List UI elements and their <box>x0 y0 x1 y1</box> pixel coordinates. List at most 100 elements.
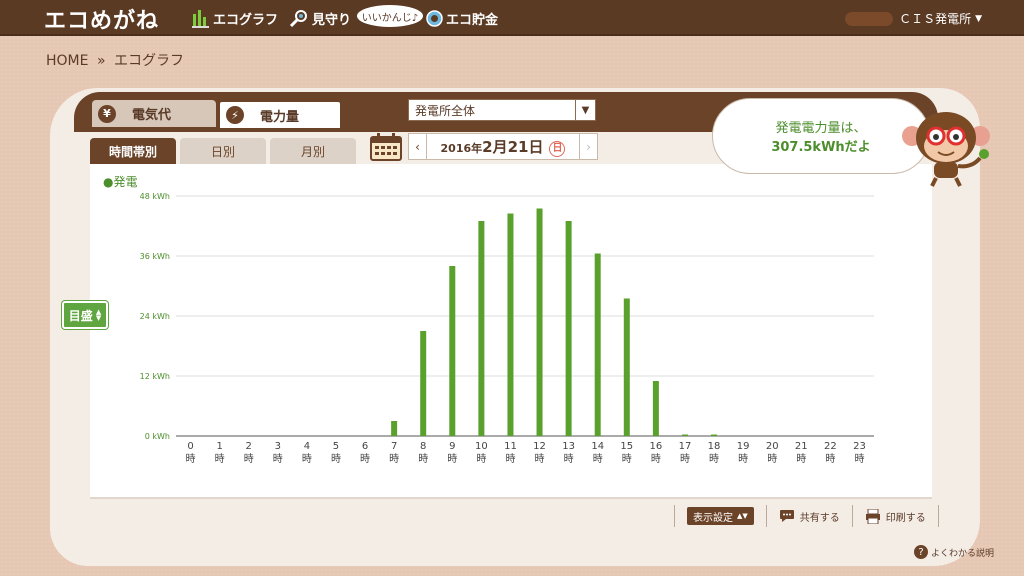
bar <box>594 253 601 436</box>
x-tick-unit: 時 <box>389 453 399 464</box>
magnifier-icon <box>289 10 307 27</box>
nav-mimamori[interactable]: 見守り <box>289 7 351 29</box>
site-select-value: 発電所全体 <box>415 103 476 118</box>
display-settings-label: 表示設定 <box>693 512 733 524</box>
x-tick-label: 5 <box>333 441 339 452</box>
print-label: 印刷する <box>885 512 926 524</box>
speech-bubble: 発電電力量は、 307.5kWhだよ <box>712 98 930 174</box>
x-tick-unit: 時 <box>767 453 777 464</box>
breadcrumb: HOME » エコグラフ <box>46 50 188 70</box>
bar <box>565 221 572 436</box>
nav-eco-savings[interactable]: エコ貯金 <box>426 7 498 29</box>
x-tick-label: 16 <box>650 441 663 452</box>
sort-arrows-icon: ▲▼ <box>95 308 102 322</box>
user-name: ＣＩＳ発電所 <box>899 12 972 26</box>
mimamori-status-bubble: いいかんじ♪ <box>357 5 423 27</box>
bar <box>507 213 514 436</box>
bar <box>623 298 630 436</box>
divider <box>674 505 675 527</box>
share-button[interactable]: 共有する <box>779 509 840 524</box>
x-tick-label: 22 <box>824 441 837 452</box>
x-tick-label: 1 <box>216 441 222 452</box>
divider <box>851 505 853 527</box>
x-tick-unit: 時 <box>796 453 806 464</box>
user-menu[interactable]: ＣＩＳ発電所 ▼ <box>845 10 982 27</box>
tab-hourly[interactable]: 時間帯別 <box>90 138 176 164</box>
x-tick-unit: 時 <box>622 453 632 464</box>
x-tick-unit: 時 <box>709 453 719 464</box>
top-bar: エコめがね エコグラフ 見守り いいかんじ♪ エコ貯金 ＣＩＳ発電所 ▼ <box>0 0 1024 36</box>
x-tick-label: 14 <box>591 441 604 452</box>
x-tick-label: 3 <box>275 441 281 452</box>
monkey-mascot-icon <box>902 112 990 187</box>
chart-actions: 表示設定 ▲▼ 共有する 印刷する <box>674 505 939 527</box>
bar <box>391 421 398 436</box>
x-tick-unit: 時 <box>331 453 341 464</box>
x-tick-label: 17 <box>679 441 692 452</box>
x-tick-label: 23 <box>853 441 866 452</box>
x-tick-label: 7 <box>391 441 397 452</box>
x-tick-unit: 時 <box>854 453 864 464</box>
help-link[interactable]: ? よくわかる説明 <box>914 545 994 559</box>
site-select[interactable]: 発電所全体 ▼ <box>408 99 596 121</box>
x-tick-label: 11 <box>504 441 517 452</box>
breadcrumb-current: エコグラフ <box>113 53 184 69</box>
chevron-down-icon: ▼ <box>975 13 982 24</box>
bar <box>536 208 543 436</box>
help-label: よくわかる説明 <box>931 548 995 559</box>
next-day-button[interactable]: › <box>579 134 597 159</box>
nav-ecograph-label: エコグラフ <box>213 12 279 28</box>
x-tick-label: 20 <box>766 441 779 452</box>
tab-daily[interactable]: 日別 <box>180 138 266 164</box>
date-year: 2016年 <box>440 142 483 155</box>
x-tick-unit: 時 <box>244 453 254 464</box>
x-tick-unit: 時 <box>738 453 748 464</box>
y-tick-label: 0 kWh <box>145 432 170 441</box>
scale-button[interactable]: 目盛 ▲ ▼ <box>62 301 108 329</box>
speech-balloon-icon <box>779 510 794 522</box>
user-avatar-placeholder <box>845 11 894 26</box>
x-tick-label: 21 <box>795 441 808 452</box>
tab-electricity-cost[interactable]: ¥ 電気代 <box>92 100 216 127</box>
breadcrumb-home[interactable]: HOME <box>46 53 88 69</box>
x-tick-unit: 時 <box>447 453 457 464</box>
x-tick-unit: 時 <box>476 453 486 464</box>
x-tick-label: 4 <box>304 441 310 452</box>
speech-total-generation: 307.5kWhだよ <box>771 140 871 155</box>
x-tick-unit: 時 <box>651 453 661 464</box>
bar <box>652 381 659 436</box>
tab-monthly[interactable]: 月別 <box>270 138 356 164</box>
x-tick-label: 6 <box>362 441 368 452</box>
x-tick-unit: 時 <box>418 453 428 464</box>
graph-icon <box>192 10 209 28</box>
app-logo[interactable]: エコめがね <box>44 3 159 35</box>
x-tick-label: 18 <box>708 441 721 452</box>
x-tick-label: 12 <box>533 441 546 452</box>
prev-day-button[interactable]: ‹ <box>409 134 427 159</box>
bar <box>478 221 485 436</box>
lightning-icon: ⚡ <box>226 106 244 124</box>
nav-mimamori-label: 見守り <box>312 12 352 28</box>
x-tick-unit: 時 <box>564 453 574 464</box>
x-tick-label: 0 <box>187 441 193 452</box>
x-tick-label: 2 <box>246 441 252 452</box>
printer-icon <box>865 508 880 524</box>
current-date: 2016年2月21日日 <box>427 136 579 157</box>
y-tick-label: 24 kWh <box>140 312 170 321</box>
speech-line-1: 発電電力量は、 <box>775 121 867 136</box>
tab-power-amount[interactable]: ⚡ 電力量 <box>218 100 342 128</box>
nav-ecograph[interactable]: エコグラフ <box>192 7 278 29</box>
calendar-icon[interactable] <box>370 133 402 161</box>
yen-icon: ¥ <box>98 104 116 123</box>
breadcrumb-separator: » <box>96 53 106 69</box>
y-tick-label: 48 kWh <box>140 192 170 201</box>
display-settings-button[interactable]: 表示設定 ▲▼ <box>687 507 754 525</box>
date-month-day: 2月21日 <box>482 138 544 156</box>
print-button[interactable]: 印刷する <box>865 508 926 524</box>
x-tick-unit: 時 <box>680 453 690 464</box>
x-tick-label: 15 <box>620 441 633 452</box>
share-label: 共有する <box>799 512 840 524</box>
nav-eco-savings-label: エコ貯金 <box>446 12 499 28</box>
x-tick-unit: 時 <box>215 453 225 464</box>
x-tick-unit: 時 <box>186 453 196 464</box>
